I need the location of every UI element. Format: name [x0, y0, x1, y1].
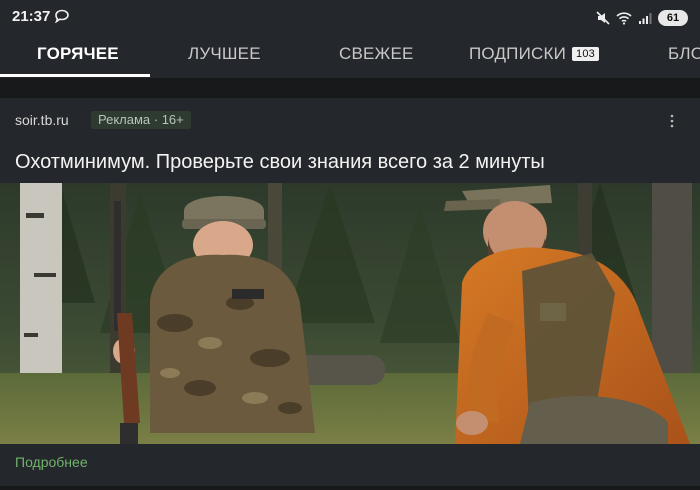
tab-bar: ГОРЯЧЕЕ ЛУЧШЕЕ СВЕЖЕЕ ПОДПИСКИ 103 БЛОГИ [0, 36, 700, 78]
mute-icon [596, 11, 610, 25]
tab-hot[interactable]: ГОРЯЧЕЕ [37, 44, 119, 64]
ad-source[interactable]: soir.tb.ru [15, 112, 69, 128]
status-icons: 61 [596, 7, 688, 29]
tab-blogs[interactable]: БЛОГИ [668, 44, 700, 64]
tab-new[interactable]: СВЕЖЕЕ [339, 44, 414, 64]
read-more-link[interactable]: Подробнее [15, 454, 88, 470]
ad-image[interactable] [0, 183, 700, 444]
status-bar: 21:37 61 [0, 0, 700, 36]
subscriptions-count-badge: 103 [572, 47, 599, 61]
battery-indicator: 61 [658, 10, 688, 26]
ad-card: soir.tb.ru Реклама · 16+ Охотминимум. Пр… [0, 98, 700, 490]
ad-label-badge: Реклама · 16+ [91, 111, 191, 129]
active-tab-indicator [0, 74, 150, 77]
chat-bubble-icon [55, 9, 69, 23]
signal-icon [639, 13, 652, 24]
divider-bottom [0, 486, 700, 490]
tab-subscriptions[interactable]: ПОДПИСКИ 103 [469, 44, 599, 64]
divider [0, 78, 700, 98]
more-options-icon[interactable] [670, 114, 674, 128]
status-time: 21:37 [12, 8, 51, 25]
tab-best[interactable]: ЛУЧШЕЕ [188, 44, 261, 64]
ad-title[interactable]: Охотминимум. Проверьте свои знания всего… [15, 151, 545, 174]
wifi-icon [616, 12, 632, 25]
tab-subscriptions-label: ПОДПИСКИ [469, 44, 567, 63]
